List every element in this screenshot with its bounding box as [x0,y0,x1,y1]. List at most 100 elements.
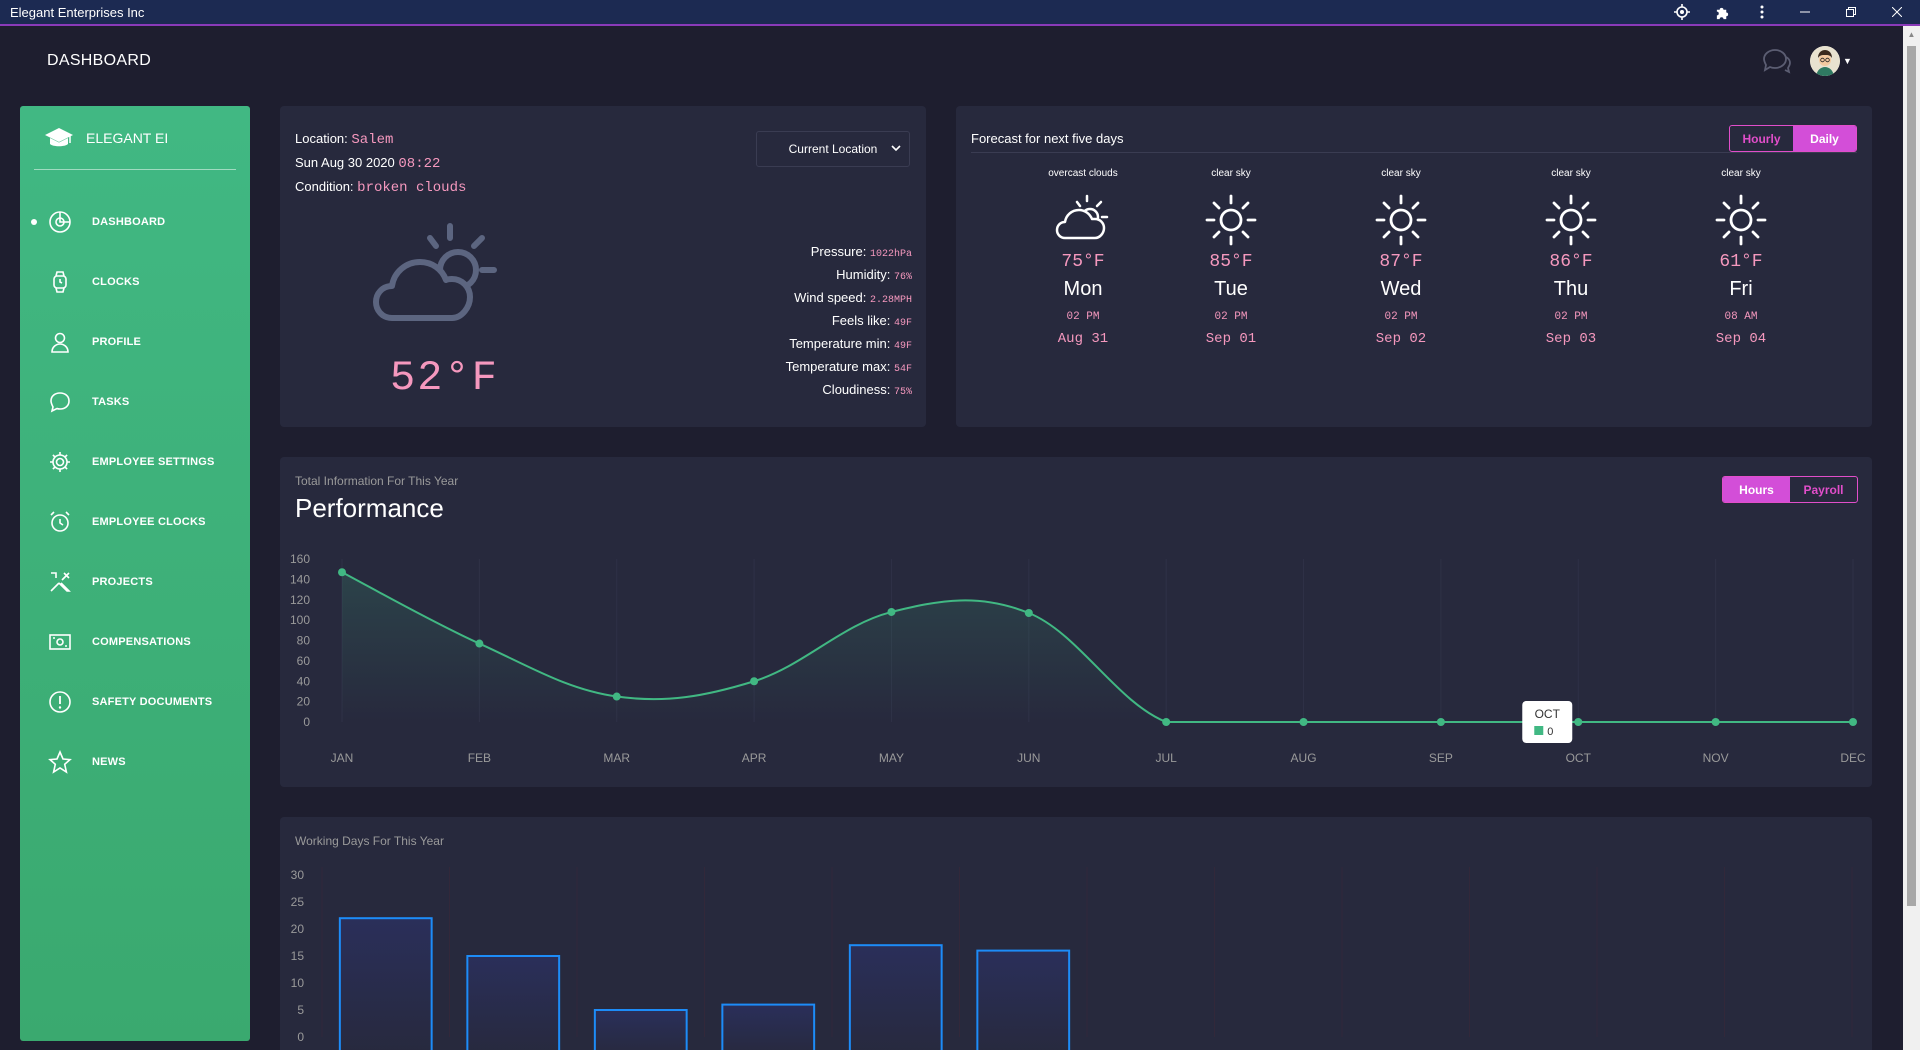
chat-bubbles-icon[interactable] [1760,47,1792,75]
chevron-down-icon [891,145,901,152]
stat-pressure: Pressure: 1022hPa [810,244,912,260]
target-icon[interactable] [1662,0,1702,25]
sidebar-item-compensations[interactable]: COMPENSATIONS [20,612,250,672]
minimize-button[interactable] [1782,0,1828,25]
more-vertical-icon[interactable] [1742,0,1782,25]
chart-tooltip: OCT 0 [1522,701,1573,743]
y-tick-label: 100 [290,613,310,627]
forecast-weekday: Thu [1553,278,1589,300]
sidebar-item-employee-settings[interactable]: EMPLOYEE SETTINGS [20,432,250,492]
forecast-temp: 75°F [1061,252,1105,272]
scroll-up-arrow-icon[interactable]: ▲ [1903,26,1920,43]
sun-icon [1205,194,1257,246]
x-tick-label: FEB [468,751,491,765]
forecast-weekday: Mon [1063,278,1103,300]
alert-circle-icon [49,691,71,713]
data-point [1162,718,1171,726]
hours-button[interactable]: Hours [1723,477,1790,502]
bar [848,944,943,1050]
location-row: Location: Salem [295,131,393,148]
x-tick-label: OCT [1566,751,1592,765]
sidebar-item-label: TASKS [92,396,130,408]
y-tick-label: 20 [297,695,311,709]
tooltip-label: OCT [1535,707,1561,721]
hourly-button[interactable]: Hourly [1730,126,1793,151]
sidebar-item-news[interactable]: NEWS [20,732,250,792]
tooltip-swatch [1534,726,1544,735]
user-avatar[interactable] [1810,46,1840,76]
sidebar-item-label: SAFETY DOCUMENTS [92,696,213,708]
performance-card: 0 20 40 60 80 100 120 140 160 JAN FEB MAR APR MAY JUN J… [280,457,1872,787]
condition-label: Condition: [295,179,354,194]
x-tick-label: NOV [1703,751,1729,765]
forecast-day: clear sky 87°F Wed 02 PM Sep 02 [1331,168,1471,347]
dashboard-pie-icon [49,211,71,233]
forecast-temp: 85°F [1209,252,1253,272]
forecast-date: Sep 04 [1715,331,1767,347]
forecast-hour: 02 PM [1066,311,1100,323]
forecast-date: Sep 02 [1375,331,1427,347]
restore-button[interactable] [1828,0,1874,25]
payroll-button[interactable]: Payroll [1790,477,1857,502]
daily-button[interactable]: Daily [1793,126,1856,151]
sidebar-item-dashboard[interactable]: DASHBOARD [20,192,250,252]
sidebar-item-safety-documents[interactable]: SAFETY DOCUMENTS [20,672,250,732]
forecast-desc: overcast clouds [1048,168,1118,179]
y-tick-label: 20 [291,922,305,936]
gear-icon [50,452,70,472]
sidebar-item-profile[interactable]: PROFILE [20,312,250,372]
y-tick-label: 80 [297,634,311,648]
y-tick-label: 15 [291,949,305,963]
close-button[interactable] [1874,0,1920,25]
sidebar-item-clocks[interactable]: CLOCKS [20,252,250,312]
sidebar-item-employee-clocks[interactable]: EMPLOYEE CLOCKS [20,492,250,552]
forecast-desc: clear sky [1381,168,1421,179]
sidebar-item-label: CLOCKS [92,276,140,288]
data-point [1711,718,1720,726]
graduation-cap-logo-icon [45,127,73,146]
x-tick-label: JAN [331,751,354,765]
forecast-day: clear sky 85°F Tue 02 PM Sep 01 [1161,168,1301,347]
x-tick-label: APR [742,751,767,765]
chat-bubble-icon [50,392,70,413]
scrollbar-thumb[interactable] [1907,46,1916,906]
cloud-sun-icon [373,223,497,321]
forecast-weekday: Tue [1214,278,1248,300]
forecast-temp: 86°F [1549,252,1593,272]
data-point [887,607,896,616]
y-tick-label: 5 [297,1003,304,1017]
y-tick-label: 0 [297,1030,304,1044]
sidebar-item-tasks[interactable]: TASKS [20,372,250,432]
active-indicator [31,219,37,225]
current-weather-card: Location: Salem Sun Aug 30 2020 08:22 Co… [280,106,926,427]
bar [338,917,433,1050]
watch-icon [53,271,67,293]
working-days-card: 0 5 10 15 20 25 30 Working Days For This Year [280,817,1872,1050]
sidebar-item-label: EMPLOYEE SETTINGS [92,456,215,468]
forecast-temp: 87°F [1379,252,1423,272]
y-tick-label: 40 [297,674,311,688]
user-icon [51,332,69,353]
sidebar-item-label: NEWS [92,756,126,768]
stat-wind-speed: Wind speed: 2.28MPH [794,290,912,306]
location-select[interactable]: Current Location [756,131,910,167]
vertical-scrollbar[interactable]: ▲ [1903,26,1920,1050]
working-days-bar-chart[interactable]: 0 5 10 15 20 25 30 [280,817,1872,1050]
performance-subtitle: Total Information For This Year [295,474,459,488]
sidebar-item-projects[interactable]: PROJECTS [20,552,250,612]
sidebar-nav: DASHBOARD CLOCKS PROFILE TASKS EMPLOYEE … [20,192,250,792]
sidebar-item-label: EMPLOYEE CLOCKS [92,516,206,528]
weather-stats: Pressure: 1022hPa Humidity: 76% Wind spe… [786,240,912,401]
y-tick-label: 140 [290,572,310,586]
sidebar-brand[interactable]: ELEGANT EI [34,106,236,170]
forecast-weekday: Fri [1729,278,1753,300]
forecast-hour: 02 PM [1384,311,1418,323]
caret-down-icon[interactable]: ▼ [1843,56,1852,66]
performance-line-chart[interactable]: 0 20 40 60 80 100 120 140 160 JAN FEB MAR APR MAY JUN J… [280,457,1872,787]
current-date: Sun Aug 30 2020 [295,155,395,170]
puzzle-extension-icon[interactable] [1702,0,1742,25]
x-tick-label: SEP [1429,751,1453,765]
forecast-date: Sep 03 [1545,331,1597,347]
series-area [342,572,1853,722]
stat-temp-min: Temperature min: 49F [789,336,912,352]
